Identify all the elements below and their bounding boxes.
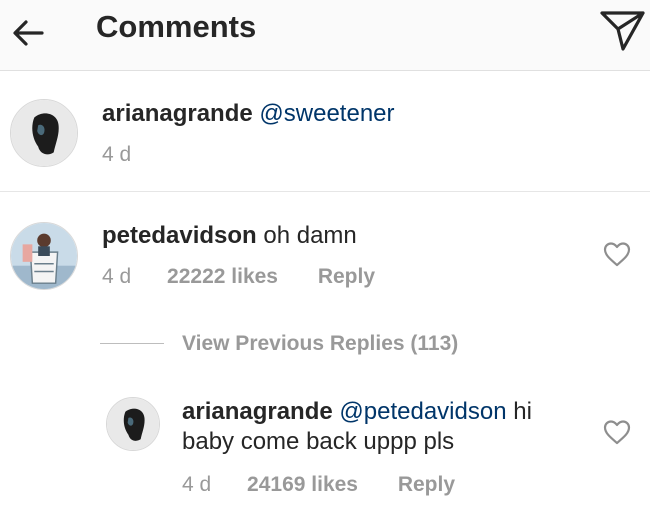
comment-text: petedavidson oh damn — [102, 221, 357, 251]
paper-plane-icon[interactable] — [596, 4, 648, 54]
mention-link[interactable]: @sweetener — [259, 100, 394, 127]
view-previous-replies-label[interactable]: View Previous Replies (113) — [182, 330, 458, 358]
comment-body: oh damn — [263, 222, 357, 249]
mention-link[interactable]: @petedavidson — [339, 398, 506, 425]
comment-body: hi — [513, 398, 532, 425]
caption: arianagrande @sweetener 4 d — [0, 71, 650, 191]
heart-icon[interactable] — [602, 240, 632, 268]
likes-count[interactable]: 24169 likes — [247, 473, 358, 496]
header-bar: Comments — [0, 0, 650, 71]
divider — [0, 191, 650, 192]
timestamp: 4 d — [102, 143, 132, 166]
comment-meta: 4 d 24169 likes Reply — [182, 472, 455, 498]
page-title: Comments — [96, 9, 257, 44]
arrow-left-icon[interactable] — [6, 10, 52, 56]
divider — [100, 343, 164, 344]
avatar[interactable] — [10, 222, 78, 290]
timestamp: 4 d — [182, 473, 212, 496]
caption-text: arianagrande @sweetener — [102, 99, 395, 129]
username[interactable]: petedavidson — [102, 222, 257, 249]
heart-icon[interactable] — [602, 418, 632, 446]
reply-button[interactable]: Reply — [398, 473, 455, 496]
reply-button[interactable]: Reply — [318, 265, 375, 288]
comment-text: arianagrande @petedavidson hi — [182, 397, 532, 427]
avatar[interactable] — [106, 397, 160, 451]
avatar[interactable] — [10, 99, 78, 167]
username[interactable]: arianagrande — [102, 100, 253, 127]
comment-meta: 4 d 22222 likes Reply — [102, 264, 375, 290]
likes-count[interactable]: 22222 likes — [167, 265, 278, 288]
username[interactable]: arianagrande — [182, 398, 333, 425]
timestamp: 4 d — [102, 265, 132, 288]
comment-body-line2: baby come back uppp pls — [182, 428, 455, 455]
